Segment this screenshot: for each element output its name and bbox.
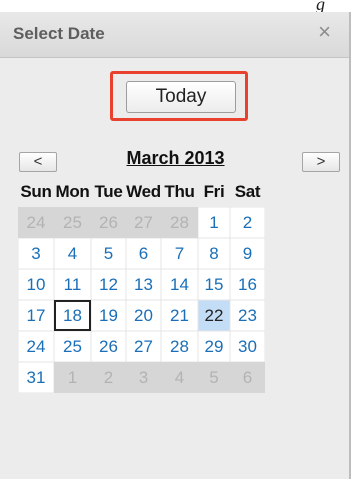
calendar-day[interactable]: 23 [230, 300, 265, 331]
dialog-header: Select Date × [0, 12, 349, 58]
calendar-day[interactable]: 13 [126, 269, 161, 300]
month-year-label: March 2013 [126, 148, 225, 168]
calendar-day[interactable]: 11 [54, 269, 91, 300]
weekday-header: Sun [20, 181, 52, 201]
calendar-day[interactable]: 26 [91, 331, 126, 362]
calendar-day-outside-month[interactable]: 1 [54, 362, 91, 393]
calendar-day[interactable]: 2 [230, 207, 265, 238]
weekday-header: Thu [164, 181, 195, 201]
calendar-day-outside-month[interactable]: 3 [126, 362, 161, 393]
calendar-day-outside-month[interactable]: 4 [161, 362, 198, 393]
calendar-day-selected[interactable]: 22 [198, 300, 230, 331]
chevron-right-icon: > [316, 153, 326, 170]
calendar-day-outside-month[interactable]: 24 [18, 207, 54, 238]
calendar-day[interactable]: 4 [54, 238, 91, 269]
calendar-day-today[interactable]: 18 [54, 300, 91, 331]
calendar-day[interactable]: 1 [198, 207, 230, 238]
weekday-header: Mon [55, 181, 90, 201]
next-month-button[interactable]: > [302, 152, 340, 172]
calendar-day[interactable]: 5 [91, 238, 126, 269]
calendar-day[interactable]: 16 [230, 269, 265, 300]
calendar-day[interactable]: 9 [230, 238, 265, 269]
calendar-day[interactable]: 7 [161, 238, 198, 269]
calendar-day-outside-month[interactable]: 25 [54, 207, 91, 238]
calendar-day-outside-month[interactable]: 5 [198, 362, 230, 393]
calendar-day-outside-month[interactable]: 26 [91, 207, 126, 238]
calendar-day[interactable]: 6 [126, 238, 161, 269]
calendar-day-outside-month[interactable]: 27 [126, 207, 161, 238]
calendar-day[interactable]: 24 [18, 331, 54, 362]
calendar-day[interactable]: 3 [18, 238, 54, 269]
calendar-day[interactable]: 30 [230, 331, 265, 362]
weekday-header: Sat [234, 181, 261, 201]
calendar-day[interactable]: 15 [198, 269, 230, 300]
calendar-day[interactable]: 31 [18, 362, 54, 393]
calendar-day-outside-month[interactable]: 28 [161, 207, 198, 238]
dialog-title: Select Date [13, 24, 105, 43]
calendar-day-outside-month[interactable]: 2 [91, 362, 126, 393]
weekday-header: Fri [203, 181, 225, 201]
calendar-day[interactable]: 29 [198, 331, 230, 362]
select-date-dialog: Select Date × Today < March 2013 > Sun Mo… [0, 12, 351, 479]
close-icon[interactable]: × [318, 21, 331, 43]
weekday-header: Tue [94, 181, 123, 201]
today-button[interactable]: Today [126, 81, 236, 113]
calendar-grid: Sun Mon Tue Wed Thu Fri Sat 24 25 26 27 28 1 2 3 4 5 6 7 8 9… [18, 176, 265, 393]
calendar-day[interactable]: 8 [198, 238, 230, 269]
calendar-day[interactable]: 10 [18, 269, 54, 300]
calendar-day[interactable]: 27 [126, 331, 161, 362]
calendar-day[interactable]: 21 [161, 300, 198, 331]
calendar-day[interactable]: 25 [54, 331, 91, 362]
calendar-day[interactable]: 28 [161, 331, 198, 362]
weekday-header: Wed [126, 181, 161, 201]
calendar-day-outside-month[interactable]: 6 [230, 362, 265, 393]
calendar-day[interactable]: 20 [126, 300, 161, 331]
calendar-day[interactable]: 14 [161, 269, 198, 300]
calendar-day[interactable]: 19 [91, 300, 126, 331]
calendar-day[interactable]: 17 [18, 300, 54, 331]
calendar-day[interactable]: 12 [91, 269, 126, 300]
